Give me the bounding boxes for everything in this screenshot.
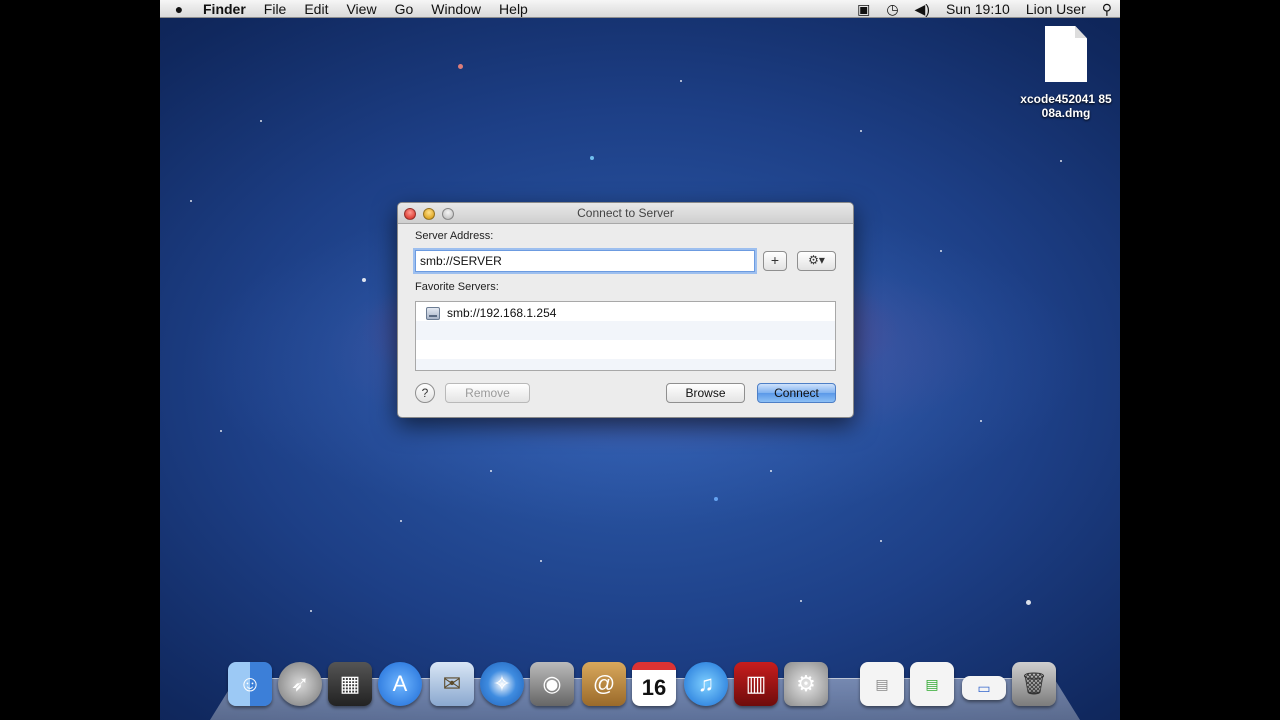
menu-window[interactable]: Window bbox=[422, 0, 490, 18]
menu-bar: ● Finder File Edit View Go Window Help ▣… bbox=[160, 0, 1120, 18]
calendar-day: 16 bbox=[641, 675, 667, 700]
dialog-title: Connect to Server bbox=[577, 206, 674, 220]
desktop-file-dmg[interactable]: xcode452041 8508a.dmg bbox=[1018, 26, 1114, 120]
server-address-label: Server Address: bbox=[415, 230, 494, 242]
spotlight-search-icon[interactable]: ⚲ bbox=[1094, 0, 1120, 18]
connect-to-server-dialog: Connect to Server Server Address: + ⚙▾ F… bbox=[397, 202, 854, 418]
photo-booth-icon[interactable]: ▥ bbox=[734, 662, 778, 706]
server-address-input[interactable] bbox=[415, 250, 755, 272]
add-favorite-button[interactable]: + bbox=[763, 251, 787, 271]
facetime-icon[interactable]: ◉ bbox=[530, 662, 574, 706]
connect-button[interactable]: Connect bbox=[757, 383, 836, 403]
zoom-window-button[interactable] bbox=[442, 208, 454, 220]
document-icon[interactable]: ▤ bbox=[860, 662, 904, 706]
help-button[interactable]: ? bbox=[415, 383, 435, 403]
volume-icon[interactable]: ◀) bbox=[907, 0, 938, 18]
menu-view[interactable]: View bbox=[337, 0, 385, 18]
desktop-file-label: xcode452041 8508a.dmg bbox=[1020, 92, 1112, 120]
app-store-icon[interactable]: A bbox=[378, 662, 422, 706]
system-preferences-icon[interactable]: ⚙ bbox=[784, 662, 828, 706]
finder-icon[interactable]: ☺ bbox=[228, 662, 272, 706]
mail-icon[interactable]: ✉ bbox=[430, 662, 474, 706]
close-window-button[interactable] bbox=[404, 208, 416, 220]
favorite-servers-label: Favorite Servers: bbox=[415, 281, 499, 293]
menu-clock[interactable]: Sun 19:10 bbox=[938, 0, 1018, 18]
document-icon[interactable] bbox=[1045, 26, 1087, 82]
menu-go[interactable]: Go bbox=[386, 0, 423, 18]
safari-icon[interactable]: ✧ bbox=[480, 662, 524, 706]
list-item[interactable]: smb://192.168.1.254 bbox=[426, 305, 556, 321]
display-icon[interactable]: ▣ bbox=[849, 0, 878, 18]
menu-help[interactable]: Help bbox=[490, 0, 537, 18]
menu-finder[interactable]: Finder bbox=[194, 0, 255, 18]
launchpad-icon[interactable]: ➶ bbox=[278, 662, 322, 706]
server-icon bbox=[426, 306, 440, 320]
mission-control-icon[interactable]: ▦ bbox=[328, 662, 372, 706]
menu-extras: ▣ ◷ ◀) Sun 19:10 Lion User ⚲ bbox=[849, 0, 1120, 18]
document-icon[interactable]: ▭ bbox=[962, 676, 1006, 700]
document-icon[interactable]: ▤ bbox=[910, 662, 954, 706]
favorite-servers-list[interactable]: smb://192.168.1.254 bbox=[415, 301, 836, 371]
minimize-window-button[interactable] bbox=[423, 208, 435, 220]
menu-file[interactable]: File bbox=[255, 0, 296, 18]
trash-icon[interactable]: 🗑 bbox=[1012, 662, 1056, 706]
browse-button[interactable]: Browse bbox=[666, 383, 745, 403]
favorite-server-address: smb://192.168.1.254 bbox=[447, 306, 557, 320]
menu-user[interactable]: Lion User bbox=[1018, 0, 1094, 18]
time-machine-icon[interactable]: ◷ bbox=[878, 0, 906, 18]
apple-logo-icon[interactable]: ● bbox=[164, 1, 194, 17]
desktop-screen: ● Finder File Edit View Go Window Help ▣… bbox=[160, 0, 1120, 720]
dialog-titlebar[interactable]: Connect to Server bbox=[398, 203, 853, 224]
itunes-icon[interactable]: ♫ bbox=[684, 662, 728, 706]
address-book-icon[interactable]: @ bbox=[582, 662, 626, 706]
calendar-icon[interactable]: 16 bbox=[632, 662, 676, 706]
menu-edit[interactable]: Edit bbox=[295, 0, 337, 18]
recent-servers-button[interactable]: ⚙▾ bbox=[797, 251, 836, 271]
remove-button[interactable]: Remove bbox=[445, 383, 530, 403]
